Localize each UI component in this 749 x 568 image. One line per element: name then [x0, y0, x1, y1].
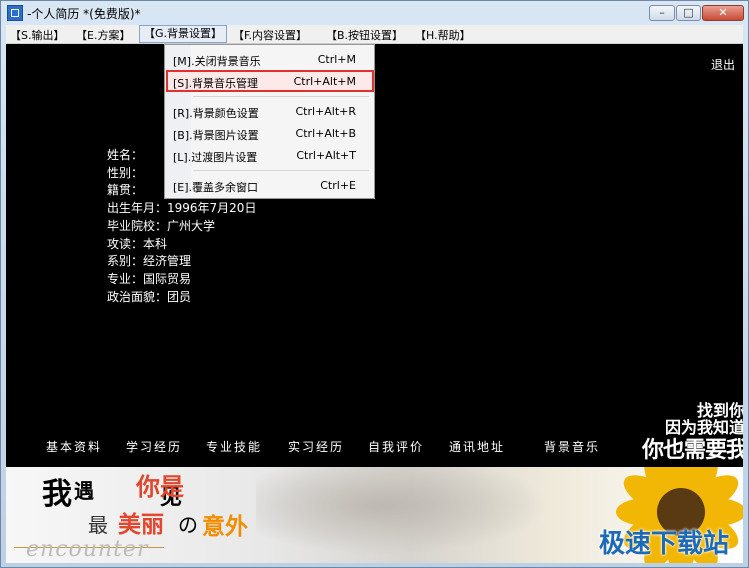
- dropdown-item-label: [R].背景颜色设置: [173, 107, 259, 120]
- menu-content-settings[interactable]: 【F.内容设置】: [233, 27, 307, 43]
- menu-output[interactable]: 【S.输出】: [10, 27, 64, 43]
- nav-internship[interactable]: 实习经历: [288, 438, 344, 455]
- banner-text-no: の: [178, 513, 198, 537]
- resume-nav: 基本资料 学习经历 专业技能 实习经历 自我评价 通讯地址 背景音乐: [6, 438, 743, 458]
- dropdown-item-bg-color[interactable]: [R].背景颜色设置 Ctrl+Alt+R: [165, 102, 374, 122]
- nav-contact-address[interactable]: 通讯地址: [449, 438, 505, 455]
- dropdown-separator: [193, 170, 369, 171]
- profile-school: 毕业院校：广州大学: [107, 218, 216, 233]
- dropdown-item-label: [E].覆盖多余窗口: [173, 181, 259, 194]
- dropdown-item-shortcut: Ctrl+E: [320, 179, 356, 192]
- profile-birthdate: 出生年月：1996年7月20日: [107, 201, 257, 216]
- profile-department: 系别：经济管理: [107, 254, 192, 269]
- dropdown-item-label: [L].过渡图片设置: [173, 151, 258, 164]
- site-watermark: 极速下载站: [598, 529, 729, 559]
- app-window: -个人简历 *(免费版)* – □ ✕ 【S.输出】 【E.方案】 【G.背景设…: [0, 0, 749, 568]
- maximize-button[interactable]: □: [676, 5, 701, 21]
- window-title: -个人简历 *(免费版)*: [27, 7, 141, 21]
- nav-self-evaluation[interactable]: 自我评价: [368, 438, 424, 455]
- banner-image: 我 遇 见 你是 最 美丽 の 意外 encounter 极速下载站: [6, 467, 743, 563]
- banner-text-wo: 我: [42, 477, 72, 512]
- face-image: [256, 467, 576, 563]
- profile-major: 专业：国际贸易: [107, 271, 192, 286]
- banner-text-encounter: encounter: [26, 537, 149, 562]
- app-icon: [7, 5, 23, 21]
- dropdown-item-cover-windows[interactable]: [E].覆盖多余窗口 Ctrl+E: [165, 176, 374, 196]
- nav-education[interactable]: 学习经历: [126, 438, 182, 455]
- nav-basic-info[interactable]: 基本资料: [46, 438, 102, 455]
- menu-button-settings[interactable]: 【B.按钮设置】: [326, 27, 403, 43]
- dropdown-item-shortcut: Ctrl+Alt+T: [296, 149, 356, 162]
- menu-bar: 【S.输出】 【E.方案】 【G.背景设置】 【F.内容设置】 【B.按钮设置】…: [6, 25, 743, 44]
- nav-background-music[interactable]: 背景音乐: [544, 438, 600, 455]
- menu-background-settings[interactable]: 【G.背景设置】: [139, 25, 228, 43]
- nav-skills[interactable]: 专业技能: [206, 438, 262, 455]
- banner-text-nishi: 你是: [136, 472, 184, 501]
- dropdown-item-transition-image[interactable]: [L].过渡图片设置 Ctrl+Alt+T: [165, 146, 374, 166]
- highlight-annotation: [166, 70, 374, 92]
- minimize-button[interactable]: –: [649, 5, 675, 21]
- background-settings-dropdown: [M].关闭背景音乐 Ctrl+M [S].背景音乐管理 Ctrl+Alt+M …: [164, 44, 375, 199]
- dropdown-item-close-music[interactable]: [M].关闭背景音乐 Ctrl+M: [165, 50, 374, 70]
- banner-text-meili: 美丽: [118, 512, 164, 538]
- banner-text-zui: 最: [88, 513, 108, 537]
- banner-text-yu: 遇: [74, 479, 94, 503]
- minimize-icon: –: [659, 6, 665, 19]
- dropdown-item-shortcut: Ctrl+Alt+R: [295, 105, 356, 118]
- dropdown-item-label: [M].关闭背景音乐: [173, 55, 261, 68]
- close-button[interactable]: ✕: [702, 5, 744, 21]
- dropdown-item-shortcut: Ctrl+M: [317, 53, 356, 66]
- close-icon: ✕: [718, 6, 728, 19]
- banner-text-yiwai: 意外: [202, 514, 248, 540]
- dropdown-item-label: [B].背景图片设置: [173, 129, 259, 142]
- menu-help[interactable]: 【H.帮助】: [415, 27, 471, 43]
- title-bar[interactable]: -个人简历 *(免费版)* – □ ✕: [1, 1, 748, 25]
- profile-degree: 攻读：本科: [107, 236, 168, 251]
- maximize-icon: □: [683, 6, 694, 19]
- dropdown-item-bg-image[interactable]: [B].背景图片设置 Ctrl+Alt+B: [165, 124, 374, 144]
- exit-button[interactable]: 退出: [711, 56, 735, 73]
- profile-political-status: 政治面貌：团员: [107, 289, 192, 304]
- dropdown-item-shortcut: Ctrl+Alt+B: [295, 127, 356, 140]
- menu-scheme[interactable]: 【E.方案】: [76, 27, 130, 43]
- dropdown-separator: [193, 96, 369, 97]
